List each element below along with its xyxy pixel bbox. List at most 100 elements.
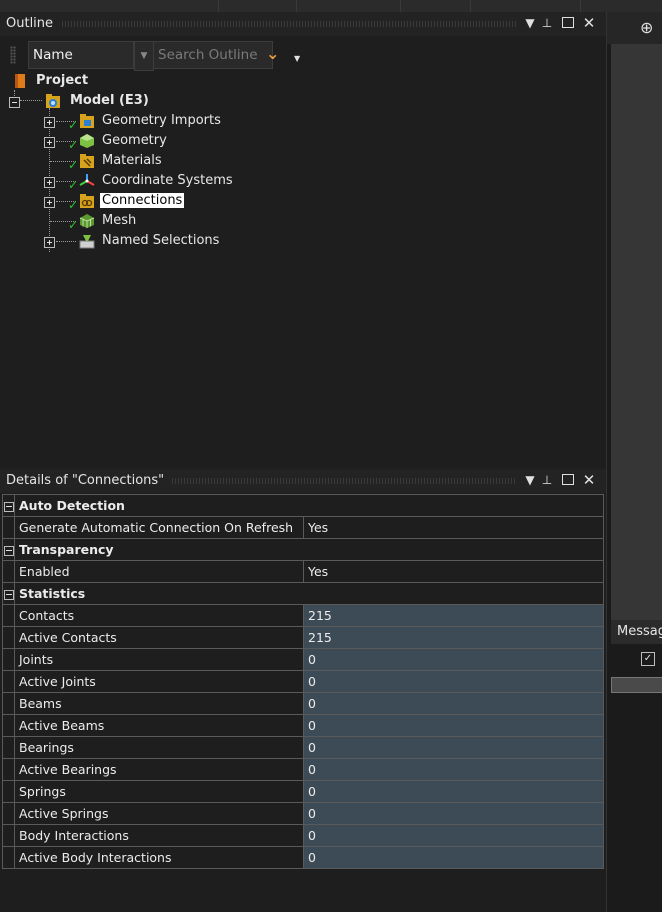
named-selections-icon [79,235,95,249]
tree-node-project[interactable]: Project [0,72,300,92]
row-gutter [2,670,15,693]
collapse-icon[interactable] [2,538,15,561]
property-name: Active Springs [14,802,304,825]
row-gutter [2,692,15,715]
row-gutter [2,516,15,539]
geometry-icon [80,134,94,148]
pin-icon[interactable]: ⊥ [540,473,554,487]
panel-menu-arrow-icon[interactable]: ▼ [523,16,537,30]
details-title: Details of "Connections" [6,473,165,488]
property-name: Active Joints [14,670,304,693]
mesh-icon [79,214,95,228]
category-label: Auto Detection [14,494,604,517]
category-row[interactable]: Auto Detection [2,494,604,517]
check-icon: ✓ [68,178,79,192]
chevron-down-icon[interactable]: ▼ [134,41,154,71]
property-row[interactable]: Active Bearings 0 [2,758,604,781]
category-row[interactable]: Transparency [2,538,604,561]
messages-tab[interactable]: Messag [611,620,662,644]
filter-dropdown[interactable]: Name [28,41,134,69]
messages-checkbox[interactable]: ✓ [641,652,655,666]
panel-menu-arrow-icon[interactable]: ▼ [523,473,537,487]
property-name: Beams [14,692,304,715]
property-row[interactable]: Contacts 215 [2,604,604,627]
row-gutter [2,802,15,825]
property-row[interactable]: Bearings 0 [2,736,604,759]
titlebar-grip [172,478,517,484]
tree-node-materials[interactable]: ✓ Materials [0,152,300,172]
details-titlebar: Details of "Connections" ▼ ⊥ ✕ [0,469,606,493]
property-row[interactable]: Springs 0 [2,780,604,803]
property-row[interactable]: Generate Automatic Connection On Refresh… [2,516,604,539]
maximize-icon[interactable] [561,473,575,487]
project-icon [15,74,25,88]
tree-node-label: Model (E3) [70,93,149,108]
messages-scrollbar[interactable] [611,677,662,693]
tree-node-label: Geometry [102,133,167,148]
tree-line [56,241,76,243]
property-row[interactable]: Active Springs 0 [2,802,604,825]
row-gutter [2,604,15,627]
check-icon: ✓ [68,138,79,152]
expand-icon[interactable] [44,137,55,148]
property-row[interactable]: Body Interactions 0 [2,824,604,847]
property-row[interactable]: Active Contacts 215 [2,626,604,649]
collapse-icon[interactable] [2,582,15,605]
tree-node-coordinate-systems[interactable]: ✓ Coordinate Systems [0,172,300,192]
property-row[interactable]: Active Body Interactions 0 [2,846,604,869]
graphics-viewport[interactable] [611,44,662,620]
property-value: 0 [303,780,604,803]
row-gutter [2,626,15,649]
search-chevron-icon[interactable]: ⌄ [266,44,279,63]
row-gutter [2,736,15,759]
property-value: 0 [303,824,604,847]
category-row[interactable]: Statistics [2,582,604,605]
graphics-pane: ⊕ Messag ✓ [606,12,662,912]
property-name: Body Interactions [14,824,304,847]
materials-icon [80,154,94,168]
expand-icon[interactable] [44,117,55,128]
tree-node-geometry-imports[interactable]: ✓ Geometry Imports [0,112,300,132]
outline-titlebar: Outline ▼ ⊥ ✕ [0,12,606,36]
row-gutter [2,780,15,803]
expand-icon[interactable] [44,177,55,188]
tree-node-label: Materials [102,153,162,168]
property-row[interactable]: Enabled Yes [2,560,604,583]
category-label: Statistics [14,582,604,605]
property-row[interactable]: Active Joints 0 [2,670,604,693]
outline-toolbar: Name ▼ ⌄ ▼ [0,40,606,71]
search-input[interactable] [153,41,273,69]
tree-node-label: Named Selections [102,233,220,248]
close-icon[interactable]: ✕ [582,473,596,488]
maximize-icon[interactable] [561,16,575,30]
tree-node-connections[interactable]: ✓ Connections [0,192,300,212]
property-value: 0 [303,758,604,781]
check-icon: ✓ [68,158,79,172]
property-row[interactable]: Active Beams 0 [2,714,604,737]
property-value: 0 [303,692,604,715]
property-value: 0 [303,648,604,671]
connections-icon [80,194,94,208]
close-icon[interactable]: ✕ [582,16,596,31]
property-value[interactable]: Yes [303,560,604,583]
expand-icon[interactable] [44,237,55,248]
model-icon [46,94,60,108]
tree-node-model[interactable]: Model (E3) [0,92,300,112]
zoom-icon[interactable]: ⊕ [640,18,653,37]
check-icon: ✓ [68,218,79,232]
property-name: Active Contacts [14,626,304,649]
collapse-icon[interactable] [9,97,20,108]
property-row[interactable]: Joints 0 [2,648,604,671]
tree-node-mesh[interactable]: ✓ Mesh [0,212,300,232]
collapse-icon[interactable] [2,494,15,517]
search-options-icon[interactable]: ▼ [294,54,300,63]
geometry-imports-icon [80,114,94,128]
pin-icon[interactable]: ⊥ [540,16,554,30]
tree-node-named-selections[interactable]: Named Selections [0,232,300,252]
property-row[interactable]: Beams 0 [2,692,604,715]
top-strip [0,0,662,12]
tree-node-geometry[interactable]: ✓ Geometry [0,132,300,152]
tree-node-label: Connections [100,193,185,208]
expand-icon[interactable] [44,197,55,208]
property-value[interactable]: Yes [303,516,604,539]
